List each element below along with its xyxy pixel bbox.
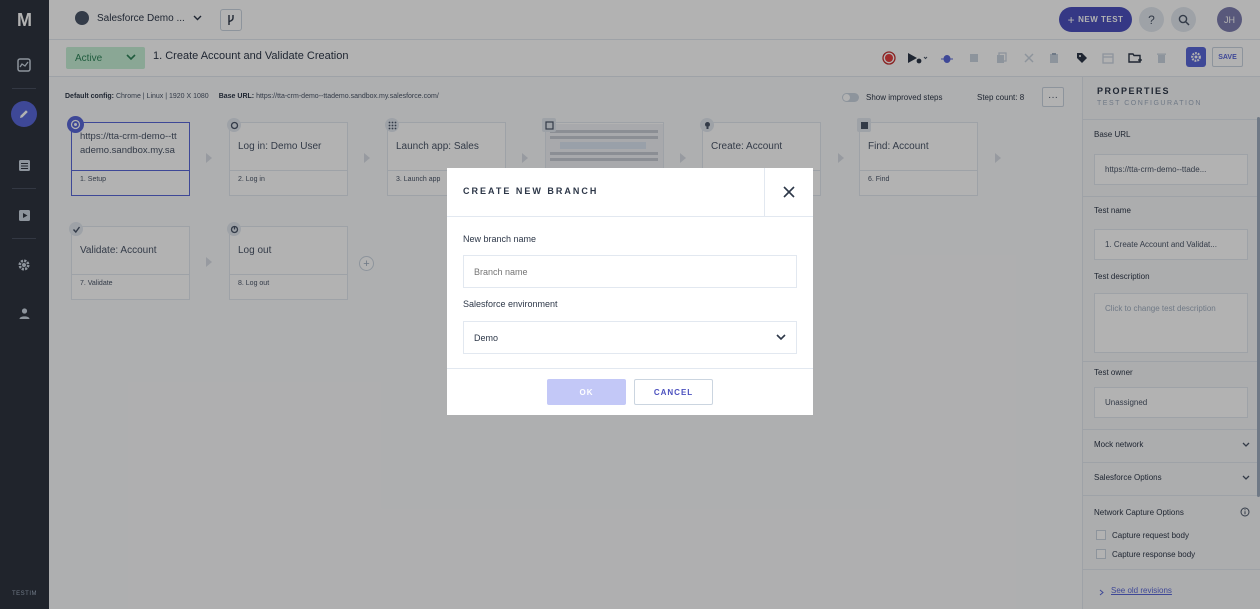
branch-name-input[interactable] [463,255,797,288]
cancel-button[interactable]: CANCEL [634,379,713,405]
branch-name-label: New branch name [463,234,537,244]
dialog-title: CREATE NEW BRANCH [463,186,599,196]
salesforce-env-value: Demo [474,332,499,343]
salesforce-env-label: Salesforce environment [463,299,558,309]
close-icon [783,186,795,198]
chevron-down-icon [776,334,786,341]
divider [447,216,813,217]
create-branch-dialog: CREATE NEW BRANCH New branch name Salesf… [447,168,813,415]
salesforce-env-select[interactable]: Demo [463,321,797,354]
divider [447,368,813,369]
ok-button[interactable]: OK [547,379,626,405]
close-button[interactable] [764,168,813,216]
